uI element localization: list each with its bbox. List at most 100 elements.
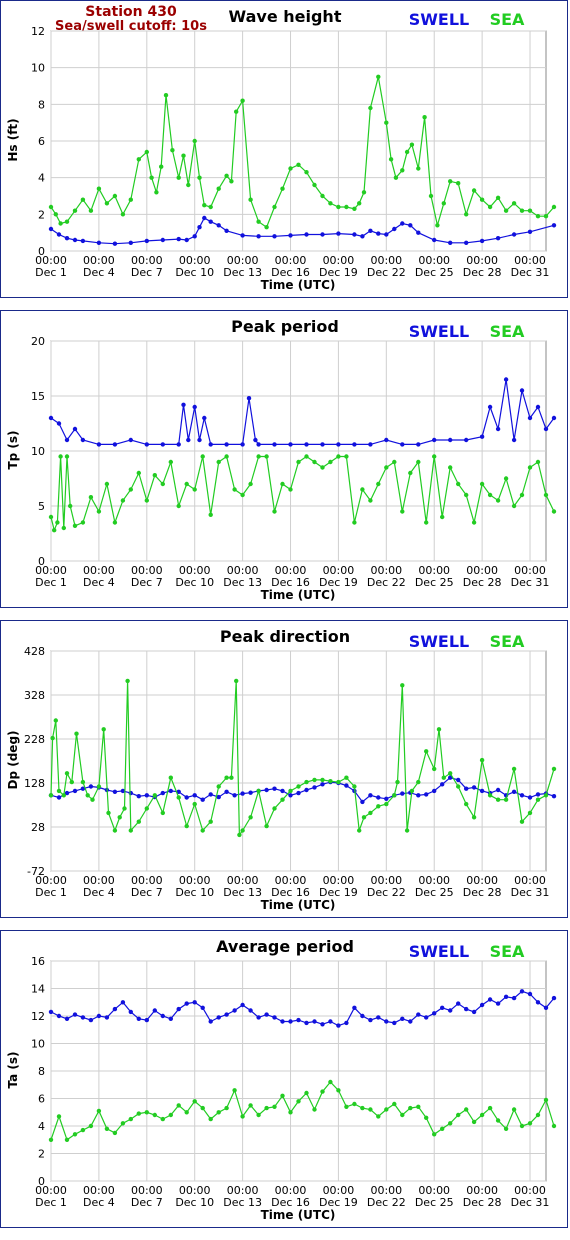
x-axis-label: Time (UTC) [261, 278, 336, 292]
x-tick-date: Dec 31 [511, 576, 550, 589]
data-point-swell [304, 442, 309, 447]
data-point-sea [272, 1104, 277, 1109]
x-tick-date: Dec 31 [511, 266, 550, 279]
data-point-sea [280, 481, 285, 487]
data-point-sea [551, 1123, 557, 1129]
data-point-swell [432, 437, 437, 443]
data-point-swell [128, 790, 133, 796]
data-point-sea [503, 1126, 509, 1131]
data-point-sea [527, 810, 533, 816]
data-point-swell [519, 388, 525, 393]
data-point-swell [288, 1019, 293, 1024]
data-point-sea [264, 454, 269, 459]
peak-period-panel: Peak period SWELL SEA Tp (s) Time (UTC) … [0, 310, 568, 608]
data-point-swell [264, 787, 269, 793]
data-point-sea [336, 779, 341, 785]
data-point-sea [543, 793, 549, 798]
data-point-swell [424, 1015, 429, 1020]
data-point-sea [288, 788, 293, 794]
data-point-sea [288, 1110, 293, 1115]
data-point-swell [208, 1019, 213, 1024]
data-point-sea [168, 775, 173, 780]
data-point-swell [288, 442, 293, 447]
data-point-swell [503, 994, 509, 999]
data-point-swell [192, 404, 197, 410]
data-point-sea [264, 823, 269, 829]
data-point-sea [395, 779, 400, 785]
data-point-swell [224, 1012, 229, 1017]
data-point-swell [64, 236, 70, 241]
data-point-sea [152, 473, 157, 478]
data-point-swell [432, 788, 437, 794]
data-point-swell [312, 1019, 317, 1024]
data-point-swell [96, 1013, 102, 1019]
data-point-sea [200, 1105, 205, 1111]
x-tick-date: Dec 16 [271, 1196, 310, 1209]
data-point-sea [519, 1123, 525, 1129]
data-point-sea [240, 828, 245, 833]
data-point-sea [64, 454, 70, 459]
data-point-sea [456, 784, 461, 789]
data-point-swell [186, 437, 191, 443]
data-point-sea [441, 775, 446, 780]
x-tick-date: Dec 25 [415, 266, 454, 279]
data-point-swell [495, 426, 501, 432]
data-point-sea [200, 828, 205, 833]
data-point-swell [176, 236, 181, 242]
data-point-sea [361, 815, 367, 820]
data-point-swell [176, 442, 181, 447]
data-point-swell [240, 791, 245, 796]
data-point-swell [88, 1017, 94, 1023]
data-point-swell [312, 785, 317, 790]
y-tick-label: 4 [38, 1120, 45, 1133]
data-point-sea [256, 219, 261, 224]
data-point-sea [424, 749, 429, 754]
data-point-swell [72, 237, 78, 243]
data-point-sea [272, 806, 277, 811]
data-point-swell [56, 1013, 62, 1019]
data-point-swell [184, 795, 189, 800]
data-point-sea [96, 784, 102, 789]
data-point-sea [456, 481, 461, 487]
y-tick-label: 128 [24, 777, 45, 790]
data-point-swell [288, 233, 293, 238]
data-point-swell [272, 1015, 277, 1020]
data-point-sea [96, 186, 102, 191]
data-point-sea [368, 1107, 373, 1112]
data-point-sea [320, 777, 325, 783]
data-point-sea [464, 1107, 469, 1112]
data-point-swell [320, 782, 325, 787]
data-point-swell [272, 234, 277, 239]
data-point-sea [400, 683, 405, 688]
data-point-sea [422, 115, 427, 120]
data-point-swell [376, 1015, 381, 1020]
data-point-sea [72, 523, 78, 528]
data-point-sea [144, 149, 149, 155]
legend-swell: SWELL [409, 942, 470, 961]
data-point-swell [384, 232, 389, 237]
data-point-swell [543, 1005, 549, 1010]
data-point-sea [368, 498, 373, 503]
data-point-sea [68, 503, 73, 509]
data-point-sea [88, 495, 94, 500]
data-point-sea [224, 1105, 229, 1111]
data-point-sea [50, 735, 55, 741]
legend-sea: SEA [490, 322, 525, 341]
data-point-swell [511, 995, 517, 1001]
data-point-swell [408, 1019, 413, 1024]
data-point-sea [125, 678, 130, 684]
data-point-swell [72, 788, 78, 794]
data-point-sea [384, 801, 389, 807]
data-point-sea [344, 454, 349, 459]
data-point-sea [392, 1101, 397, 1107]
data-point-swell [224, 789, 229, 794]
data-point-swell [296, 1017, 301, 1023]
data-point-sea [288, 487, 293, 492]
data-point-sea [256, 788, 261, 794]
data-point-sea [464, 801, 469, 807]
data-point-swell [368, 228, 373, 233]
data-point-swell [551, 415, 557, 421]
data-point-swell [128, 437, 133, 443]
x-axis-label: Time (UTC) [261, 1208, 336, 1222]
data-point-swell [246, 396, 252, 401]
